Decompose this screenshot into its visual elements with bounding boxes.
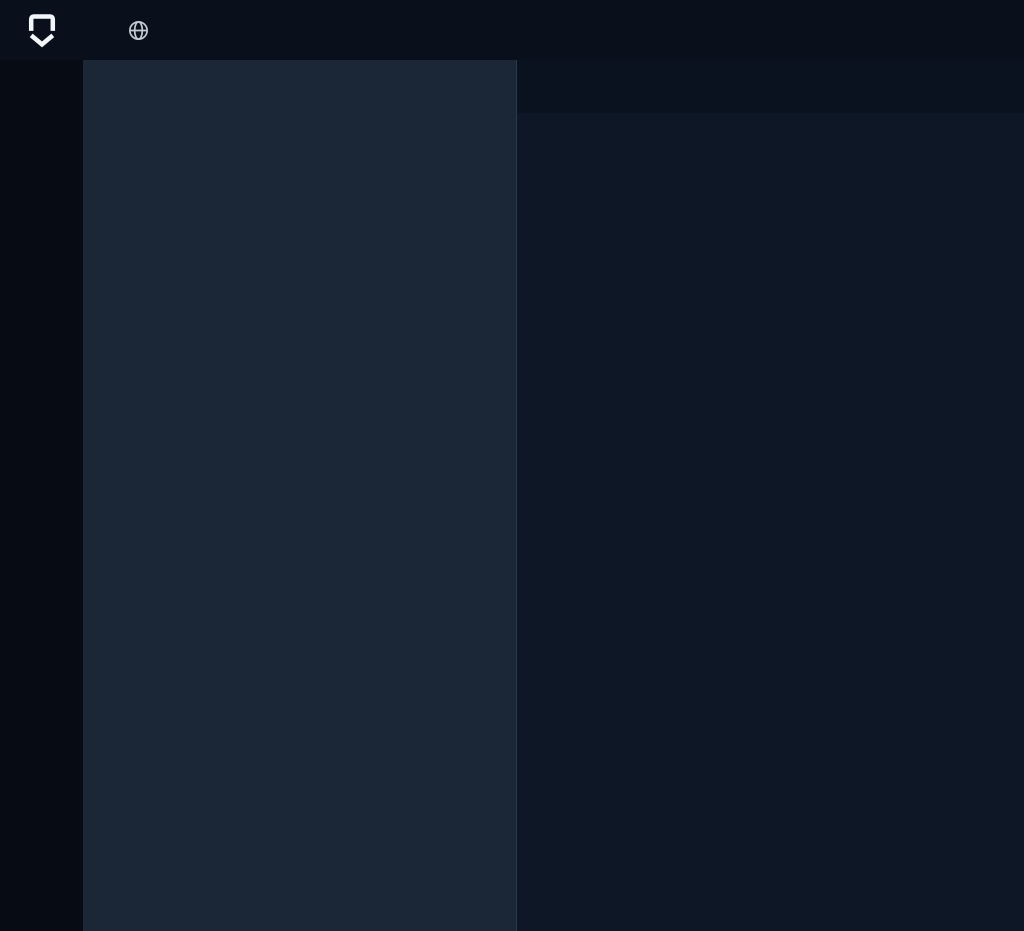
editor-panel: [516, 60, 1024, 931]
app-logo[interactable]: [0, 9, 83, 51]
code-editor[interactable]: [517, 151, 1024, 931]
globe-icon: [127, 19, 150, 42]
app-window: [0, 0, 1024, 931]
editor-tab-bar: [517, 60, 1024, 113]
shield-logo-icon: [24, 9, 60, 51]
main-area: [0, 60, 1024, 931]
breadcrumb: [83, 19, 150, 42]
activity-bar: [0, 60, 83, 931]
file-tree-panel[interactable]: [83, 60, 516, 931]
file-breadcrumb: [517, 113, 1024, 151]
top-bar: [0, 0, 1024, 60]
